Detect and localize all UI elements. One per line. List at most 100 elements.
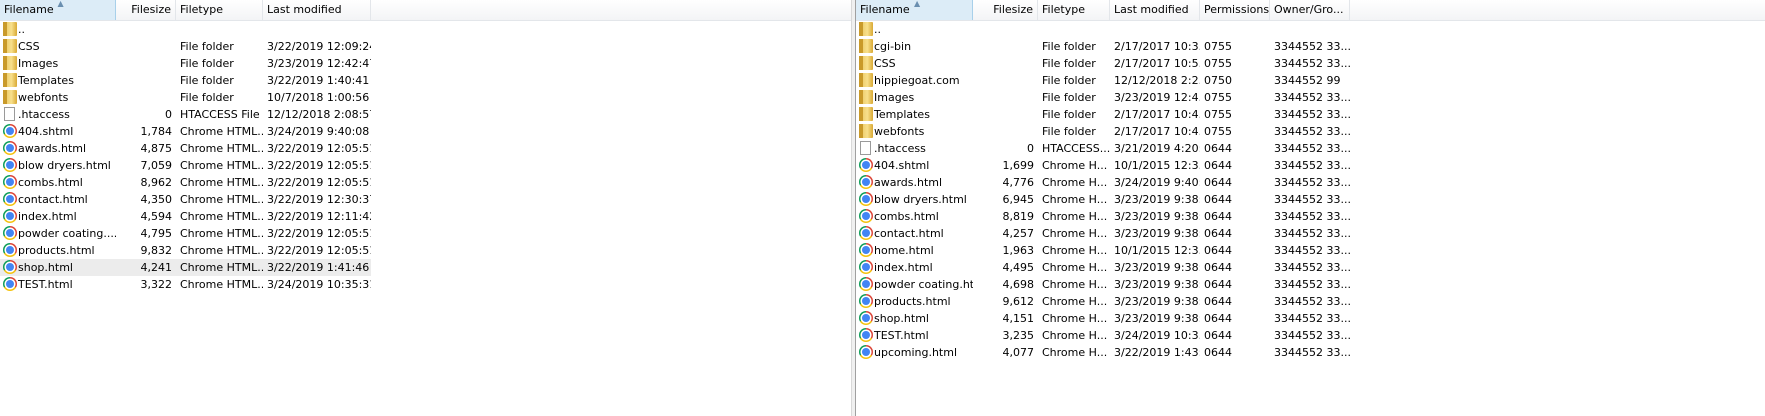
folder-row[interactable]: .. [856,21,1765,38]
chrome-html-icon [3,124,17,138]
file-row[interactable]: powder coating.html 4,698 Chrome H... 3/23/… [856,276,1765,293]
column-header-permissions[interactable]: Permissions [1200,0,1270,20]
cell-permissions: 0644 [1204,159,1232,172]
column-header-filetype[interactable]: Filetype [176,0,263,20]
sort-ascending-icon: ▲ [914,0,921,8]
file-row[interactable]: awards.html 4,776 Chrome H... 3/24/2019 9:4… [856,174,1765,191]
cell-filename: TEST.html [18,278,73,291]
chrome-html-icon [859,294,873,308]
file-row[interactable]: products.html 9,612 Chrome H... 3/23/2019 9… [856,293,1765,310]
file-row[interactable]: TEST.html 3,235 Chrome H... 3/24/2019 10:3.… [856,327,1765,344]
file-row[interactable]: home.html 1,963 Chrome H... 10/1/2015 12:3.… [856,242,1765,259]
cell-last-modified: 3/23/2019 9:38:... [1114,227,1200,240]
cell-owner-group: 3344552 99 [1274,74,1341,87]
file-row[interactable]: shop.html 4,241 Chrome HTML... 3/22/2019 1:… [0,259,371,276]
cell-filetype: Chrome HTML... [180,159,263,172]
column-header-label: Filetype [180,3,223,16]
column-header-last-modified[interactable]: Last modified [1110,0,1200,20]
folder-row[interactable]: CSS File folder 2/17/2017 10:5... 0755 33445… [856,55,1765,72]
cell-filesize [116,21,176,38]
cell-filename: 404.shtml [18,125,74,138]
cell-last-modified: 3/22/2019 12:05:51... [267,176,371,189]
cell-filetype: Chrome H... [1042,159,1108,172]
file-row[interactable]: products.html 9,832 Chrome HTML... 3/22/201… [0,242,851,259]
file-row[interactable]: index.html 4,495 Chrome H... 3/23/2019 9:38… [856,259,1765,276]
file-row[interactable]: .htaccess 0 HTACCESS... 3/21/2019 4:20:... 0… [856,140,1765,157]
cell-filesize: 0 [1027,142,1034,155]
file-row[interactable]: .htaccess 0 HTACCESS File 12/12/2018 2:08:5… [0,106,851,123]
chrome-html-icon [859,328,873,342]
folder-row[interactable]: Images File folder 3/23/2019 12:42:47... [0,55,851,72]
folder-icon [859,22,873,36]
file-row[interactable]: index.html 4,594 Chrome HTML... 3/22/2019 1… [0,208,851,225]
file-row[interactable]: blow dryers.html 6,945 Chrome H... 3/23/201… [856,191,1765,208]
chrome-html-icon [859,226,873,240]
file-row[interactable]: combs.html 8,962 Chrome HTML... 3/22/2019 1… [0,174,851,191]
column-header-filesize[interactable]: Filesize [116,0,176,20]
cell-filetype: File folder [180,57,234,70]
cell-last-modified [263,21,371,38]
folder-row[interactable]: webfonts File folder 10/7/2018 1:00:56 ... [0,89,851,106]
cell-permissions: 0644 [1204,329,1232,342]
cell-filename: cgi-bin [874,40,912,53]
file-row[interactable]: contact.html 4,350 Chrome HTML... 3/22/2019… [0,191,851,208]
folder-row[interactable]: Templates File folder 2/17/2017 10:4... 075… [856,106,1765,123]
cell-filesize [116,38,176,55]
folder-row[interactable]: CSS File folder 3/22/2019 12:09:24... [0,38,851,55]
cell-last-modified: 2/17/2017 10:3... [1114,40,1200,53]
cell-filename: .. [18,23,25,36]
cell-filesize: 8,819 [1002,210,1035,223]
folder-row[interactable]: hippiegoat.com File folder 12/12/2018 2:2.… [856,72,1765,89]
cell-owner-group: 3344552 33... [1274,329,1350,342]
chrome-html-icon [3,209,17,223]
file-row[interactable]: contact.html 4,257 Chrome H... 3/23/2019 9:… [856,225,1765,242]
remote-file-list[interactable]: Filename ▲ Filesize Filetype Last modified Pe… [856,0,1765,416]
column-header-last-modified[interactable]: Last modified [263,0,371,20]
file-row[interactable]: blow dryers.html 7,059 Chrome HTML... 3/22/… [0,157,851,174]
cell-owner-group: 3344552 33... [1274,295,1350,308]
cell-filetype: HTACCESS... [1042,142,1110,155]
cell-filesize: 4,875 [140,142,173,155]
column-header-filename[interactable]: Filename ▲ [0,0,116,20]
cell-owner-group: 3344552 33... [1274,244,1350,257]
cell-filetype: Chrome H... [1042,329,1108,342]
file-row[interactable]: 404.shtml 1,784 Chrome HTML... 3/24/2019 9:… [0,123,851,140]
cell-filesize: 4,698 [1002,278,1035,291]
cell-filename: CSS [874,57,896,70]
column-header-filesize[interactable]: Filesize [973,0,1038,20]
folder-row[interactable]: Templates File folder 3/22/2019 1:40:41 ..… [0,72,851,89]
cell-filetype: Chrome H... [1042,278,1108,291]
file-row[interactable]: powder coating.... 4,795 Chrome HTML... 3/2… [0,225,851,242]
chrome-html-icon [3,141,17,155]
cell-filesize: 3,322 [140,278,173,291]
file-row[interactable]: combs.html 8,819 Chrome H... 3/23/2019 9:38… [856,208,1765,225]
cell-last-modified: 3/22/2019 12:05:51... [267,227,371,240]
cell-last-modified: 3/22/2019 12:30:37... [267,193,371,206]
cell-owner-group: 3344552 33... [1274,210,1350,223]
folder-row[interactable]: .. [0,21,851,38]
cell-filetype: Chrome HTML... [180,227,263,240]
cell-filetype: File folder [1042,91,1096,104]
cell-filetype: Chrome H... [1042,227,1108,240]
column-header-filetype[interactable]: Filetype [1038,0,1110,20]
cell-owner-group: 3344552 33... [1274,108,1350,121]
folder-icon [3,73,17,87]
cell-permissions: 0644 [1204,142,1232,155]
column-header-label: Filename [4,3,54,16]
folder-row[interactable]: Images File folder 3/23/2019 12:4... 0755 33… [856,89,1765,106]
cell-filetype: Chrome HTML... [180,142,263,155]
cell-permissions: 0755 [1204,108,1232,121]
folder-row[interactable]: webfonts File folder 2/17/2017 10:4... 0755… [856,123,1765,140]
folder-row[interactable]: cgi-bin File folder 2/17/2017 10:3... 0755 3… [856,38,1765,55]
column-header-owner-group[interactable]: Owner/Gro... [1270,0,1350,20]
cell-last-modified: 3/23/2019 9:38:... [1114,193,1200,206]
file-row[interactable]: shop.html 4,151 Chrome H... 3/23/2019 9:38:… [856,310,1765,327]
column-header-filename[interactable]: Filename ▲ [856,0,973,20]
file-row[interactable]: 404.shtml 1,699 Chrome H... 10/1/2015 12:3.… [856,157,1765,174]
cell-filesize: 9,832 [140,244,173,257]
column-header-label: Filename [860,3,910,16]
file-row[interactable]: upcoming.html 4,077 Chrome H... 3/22/2019 1… [856,344,1765,361]
file-row[interactable]: TEST.html 3,322 Chrome HTML... 3/24/2019 10… [0,276,851,293]
local-file-list[interactable]: Filename ▲ Filesize Filetype Last modified .… [0,0,851,416]
file-row[interactable]: awards.html 4,875 Chrome HTML... 3/22/2019 … [0,140,851,157]
